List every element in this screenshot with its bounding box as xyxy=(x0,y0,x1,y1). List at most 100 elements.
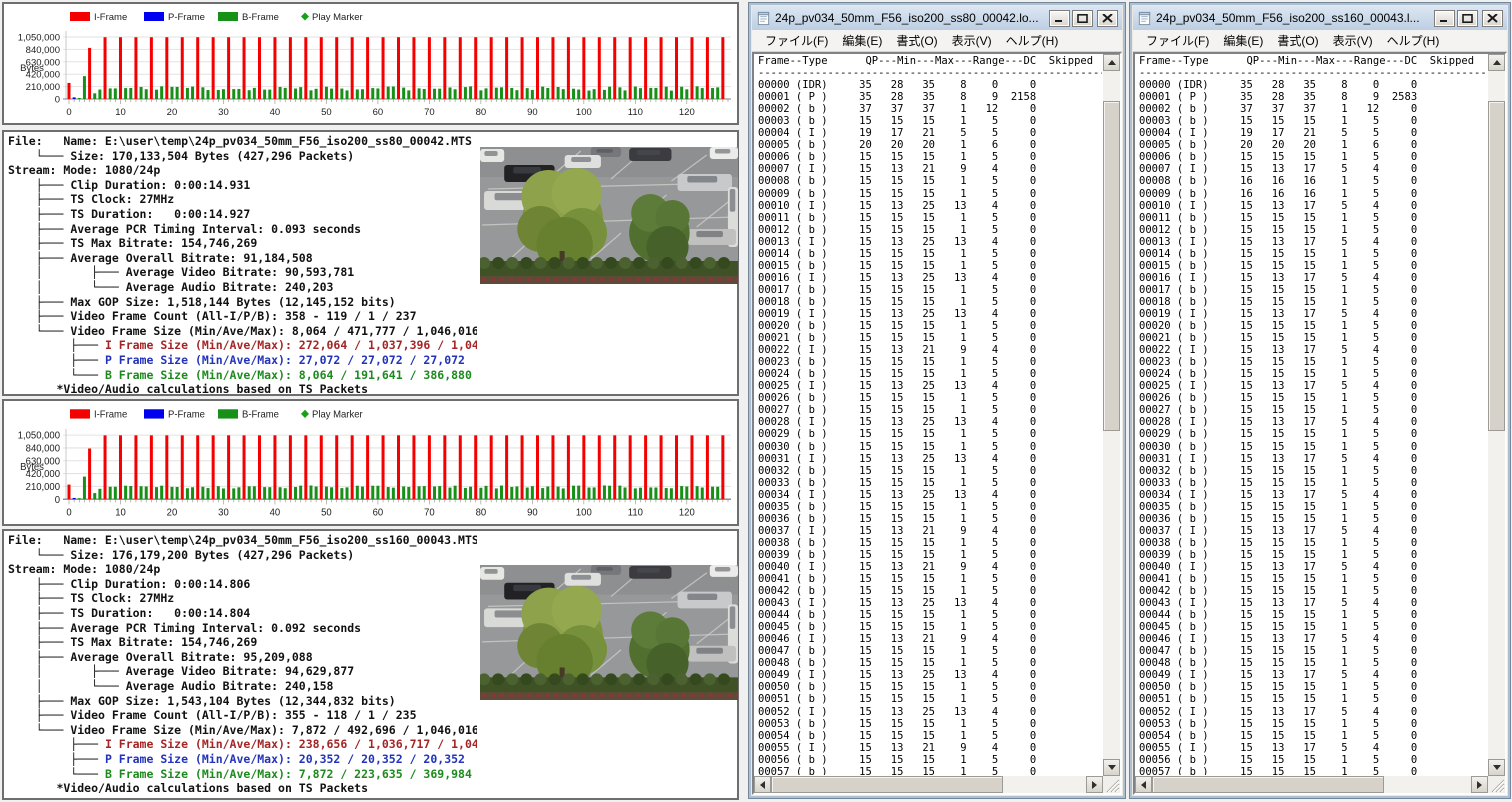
vertical-scrollbar[interactable] xyxy=(1103,54,1120,776)
frame-row: 00013 ( I ) 15 13 25 13 4 0 xyxy=(758,235,1037,248)
i-frame-bar xyxy=(397,435,400,500)
frame-row: 00053 ( b ) 15 15 15 1 5 0 xyxy=(758,717,1037,730)
scroll-left-button[interactable] xyxy=(1135,776,1152,793)
b-frame-bar xyxy=(252,486,256,500)
info-line: │ └─── Average Audio Bitrate: 240,158 xyxy=(8,678,334,693)
x-tick-label: 100 xyxy=(576,107,592,118)
i-frame-bar xyxy=(273,435,277,500)
b-frame-bar xyxy=(330,88,334,99)
maximize-button[interactable] xyxy=(1072,9,1093,27)
b-frame-bar xyxy=(247,486,251,500)
title-bar[interactable]: 24p_pv034_50mm_F56_iso200_ss80_00042.lo.… xyxy=(752,6,1122,30)
info-line: ├─── I Frame Size (Min/Ave/Max): 238,656… xyxy=(8,737,477,752)
b-frame-bar xyxy=(541,86,545,99)
b-frame-bar xyxy=(602,485,606,500)
scroll-left-button[interactable] xyxy=(754,776,771,793)
y-axis-label: Bytes xyxy=(20,462,44,473)
horizontal-scrollbar[interactable] xyxy=(1135,776,1488,793)
i-frame-bar xyxy=(335,435,339,500)
b-frame-bar xyxy=(499,87,503,99)
menu-item-2[interactable]: 書式(O) xyxy=(1270,30,1325,51)
b-frame-bar xyxy=(716,486,720,500)
i-frame-bar xyxy=(227,37,231,99)
horizontal-scrollbar[interactable] xyxy=(754,776,1103,793)
resize-grip[interactable] xyxy=(1488,776,1505,793)
scroll-up-button[interactable] xyxy=(1103,54,1120,71)
menu-item-3[interactable]: 表示(V) xyxy=(945,30,999,51)
x-tick-label: 90 xyxy=(527,508,538,519)
x-tick-label: 20 xyxy=(167,107,178,118)
b-frame-bar xyxy=(633,488,637,500)
b-frame-bar xyxy=(232,488,236,500)
vertical-scroll-thumb[interactable] xyxy=(1103,101,1120,431)
notepad-window-2: 24p_pv034_50mm_F56_iso200_ss160_00043.l.… xyxy=(1129,2,1511,799)
menu-item-1[interactable]: 編集(E) xyxy=(835,30,889,51)
menu-item-4[interactable]: ヘルプ(H) xyxy=(1380,30,1447,51)
frame-row: 00045 ( b ) 15 15 15 1 5 0 xyxy=(758,621,1037,634)
menu-bar: ファイル(F) 編集(E) 書式(O) 表示(V) ヘルプ(H) xyxy=(1133,30,1507,52)
b-frame-bar xyxy=(433,486,437,500)
frame-row: 00041 ( b ) 15 15 15 1 5 0 xyxy=(758,573,1037,586)
b-frame-bar xyxy=(191,86,195,99)
text-editor-area[interactable]: Frame--Type QP---Min---Max---Range---DC … xyxy=(752,52,1122,795)
b-frame-bar xyxy=(453,89,457,99)
left-arrow-icon xyxy=(1141,780,1146,789)
scroll-right-button[interactable] xyxy=(1471,776,1488,793)
b-frame-bar xyxy=(221,89,225,99)
close-button[interactable] xyxy=(1482,9,1503,27)
scroll-down-button[interactable] xyxy=(1103,759,1120,776)
b-frame-bar xyxy=(695,486,699,500)
info-line: │ ├─── Average Video Bitrate: 90,593,781 xyxy=(8,265,355,280)
b-frame-bar xyxy=(546,87,550,99)
b-frame-bar xyxy=(654,87,658,99)
b-frame-bar xyxy=(510,88,514,99)
frame-row: 00022 ( I ) 15 13 21 9 4 0 xyxy=(758,344,1037,357)
b-frame-bar xyxy=(515,486,519,500)
frame-row: 00017 ( b ) 15 15 15 1 5 0 xyxy=(758,283,1037,296)
menu-item-1[interactable]: 編集(E) xyxy=(1216,30,1270,51)
menu-item-0[interactable]: ファイル(F) xyxy=(758,30,835,51)
b-frame-bar xyxy=(479,487,483,500)
b-frame-bar xyxy=(602,89,606,99)
b-frame-bar xyxy=(376,88,380,99)
menu-item-4[interactable]: ヘルプ(H) xyxy=(999,30,1066,51)
close-button[interactable] xyxy=(1097,9,1118,27)
frame-row: 00007 ( I ) 15 13 21 9 4 0 xyxy=(758,163,1037,176)
right-arrow-icon xyxy=(1477,780,1482,789)
scroll-right-button[interactable] xyxy=(1086,776,1103,793)
text-editor-area[interactable]: Frame--Type QP---Min---Max---Range---DC … xyxy=(1133,52,1507,795)
horizontal-scroll-thumb[interactable] xyxy=(771,776,1003,793)
legend-label: P-Frame xyxy=(168,12,205,23)
frame-row: 00057 ( b ) 15 15 15 1 5 0 xyxy=(1139,765,1418,775)
menu-item-2[interactable]: 書式(O) xyxy=(889,30,944,51)
resize-grip[interactable] xyxy=(1103,776,1120,793)
info-line: ├─── TS Clock: 27MHz xyxy=(8,192,175,207)
i-frame-bar xyxy=(489,435,493,500)
menu-item-3[interactable]: 表示(V) xyxy=(1326,30,1380,51)
frame-row: 00006 ( b ) 15 15 15 1 5 0 xyxy=(758,151,1037,164)
frame-row: 00005 ( b ) 20 20 20 1 6 0 xyxy=(758,139,1037,152)
i-frame-bar xyxy=(118,37,122,99)
horizontal-scroll-thumb[interactable] xyxy=(1152,776,1384,793)
vertical-scrollbar[interactable] xyxy=(1488,54,1505,776)
frame-row: 00001 ( P ) 35 28 35 8 9 2158 xyxy=(758,91,1037,104)
menu-item-0[interactable]: ファイル(F) xyxy=(1139,30,1216,51)
scroll-up-button[interactable] xyxy=(1488,54,1505,71)
frame-row: 00021 ( b ) 15 15 15 1 5 0 xyxy=(758,332,1037,345)
b-frame-bar xyxy=(402,486,406,500)
menu-bar: ファイル(F) 編集(E) 書式(O) 表示(V) ヘルプ(H) xyxy=(752,30,1122,52)
vertical-scroll-thumb[interactable] xyxy=(1488,101,1505,431)
info-line: └─── B Frame Size (Min/Ave/Max): 8,064 /… xyxy=(8,367,472,382)
info-line: ├─── TS Max Bitrate: 154,746,269 xyxy=(8,236,258,251)
b-frame-bar xyxy=(479,90,483,99)
minimize-button[interactable] xyxy=(1434,9,1455,27)
scroll-down-button[interactable] xyxy=(1488,759,1505,776)
minimize-button[interactable] xyxy=(1049,9,1070,27)
i-frame-bar xyxy=(88,47,92,99)
b-frame-bar xyxy=(587,487,591,500)
maximize-button[interactable] xyxy=(1457,9,1478,27)
frame-row: 00046 ( I ) 15 13 21 9 4 0 xyxy=(758,633,1037,646)
i-frame-bar xyxy=(134,37,138,99)
i-frame-bar xyxy=(118,435,122,500)
title-bar[interactable]: 24p_pv034_50mm_F56_iso200_ss160_00043.l.… xyxy=(1133,6,1507,30)
